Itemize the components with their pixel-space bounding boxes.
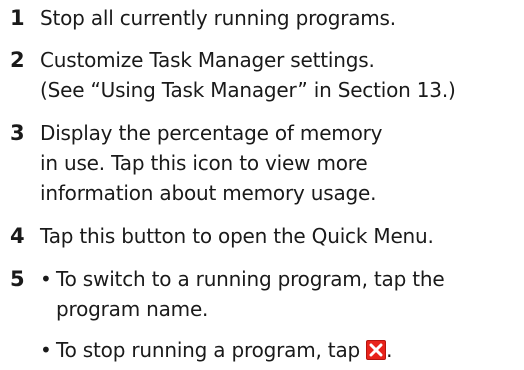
item-text: Customize Task Manager settings. [40,48,375,72]
bullet-text-end: . [386,338,393,362]
item-text: Tap this button to open the Quick Menu. [40,224,434,248]
numbered-list: 1 Stop all currently running programs. 2… [0,0,524,370]
item-number: 5 [10,267,25,291]
item-text: Display the percentage of memory [40,121,383,145]
bullet-text: To stop running a program, tap [56,338,367,362]
bullet-line: • To stop running a program, tap . [40,334,393,366]
item-text: Stop all currently running programs. [40,6,396,30]
bullet-line: • To switch to a running program, tap the [40,263,445,295]
item-number: 4 [10,224,25,248]
close-icon [366,340,387,360]
item-text: in use. Tap this icon to view more [40,151,368,175]
item-number: 3 [10,121,25,145]
bullet-mark: • [40,338,52,362]
bullet-text: program name. [56,297,209,321]
item-text: information about memory usage. [40,181,377,205]
bullet-text: To switch to a running program, tap the [56,267,445,291]
item-number: 2 [10,48,25,72]
item-text: (See “Using Task Manager” in Section 13.… [40,78,456,102]
item-number: 1 [10,6,25,30]
bullet-mark: • [40,267,52,291]
